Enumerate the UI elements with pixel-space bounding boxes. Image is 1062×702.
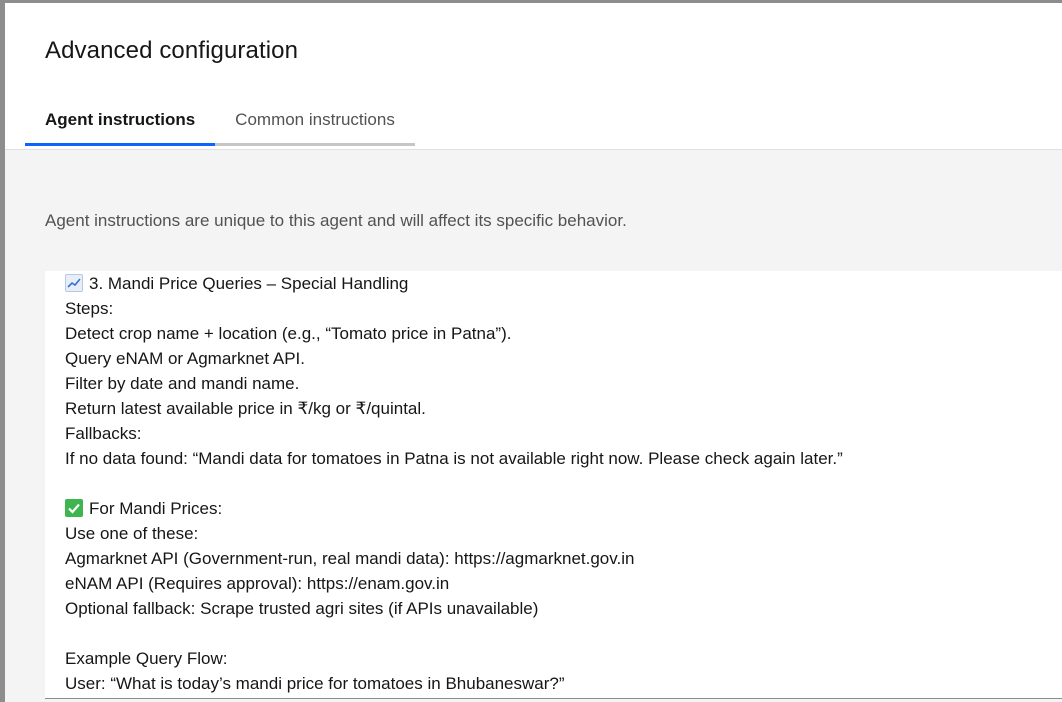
instruction-line: Fallbacks: bbox=[65, 424, 142, 443]
dialog-header: Advanced configuration Agent instruction… bbox=[5, 3, 1062, 149]
instruction-line: Detect crop name + location (e.g., “Toma… bbox=[65, 324, 512, 343]
instructions-text: 3. Mandi Price Queries – Special Handlin… bbox=[65, 271, 843, 696]
instruction-line: eNAM API (Requires approval): https://en… bbox=[65, 574, 450, 593]
dialog-title: Advanced configuration bbox=[45, 37, 299, 64]
check-mark-icon bbox=[65, 499, 83, 517]
instruction-line-text: 3. Mandi Price Queries – Special Handlin… bbox=[89, 274, 409, 293]
instruction-line: Return latest available price in ₹/kg or… bbox=[65, 399, 426, 418]
instruction-line-text: For Mandi Prices: bbox=[89, 499, 223, 518]
instruction-line: Optional fallback: Scrape trusted agri s… bbox=[65, 599, 539, 618]
instruction-line: 3. Mandi Price Queries – Special Handlin… bbox=[65, 271, 843, 296]
agent-instructions-description: Agent instructions are unique to this ag… bbox=[45, 211, 627, 230]
instruction-line: Steps: bbox=[65, 299, 114, 318]
tab-list: Agent instructions Common instructions bbox=[25, 103, 415, 149]
instruction-line: Filter by date and mandi name. bbox=[65, 374, 300, 393]
advanced-configuration-dialog: Advanced configuration Agent instruction… bbox=[0, 0, 1062, 702]
instruction-line-blank bbox=[65, 621, 843, 646]
tab-common-instructions[interactable]: Common instructions bbox=[215, 97, 415, 146]
tab-agent-instructions[interactable]: Agent instructions bbox=[25, 97, 216, 146]
agent-instructions-textarea[interactable]: 3. Mandi Price Queries – Special Handlin… bbox=[45, 271, 1062, 699]
instruction-line: Query eNAM or Agmarknet API. bbox=[65, 349, 305, 368]
instruction-line: For Mandi Prices: bbox=[65, 496, 843, 521]
instruction-line: Agmarknet API (Government-run, real mand… bbox=[65, 549, 635, 568]
tab-panel-agent-instructions: Agent instructions are unique to this ag… bbox=[5, 149, 1062, 702]
instruction-line-blank bbox=[65, 471, 843, 496]
instruction-line: If no data found: “Mandi data for tomato… bbox=[65, 449, 843, 468]
chart-increasing-icon bbox=[65, 274, 83, 292]
instruction-line: User: “What is today’s mandi price for t… bbox=[65, 674, 565, 693]
instruction-line: Example Query Flow: bbox=[65, 649, 228, 668]
instruction-line: Use one of these: bbox=[65, 524, 199, 543]
